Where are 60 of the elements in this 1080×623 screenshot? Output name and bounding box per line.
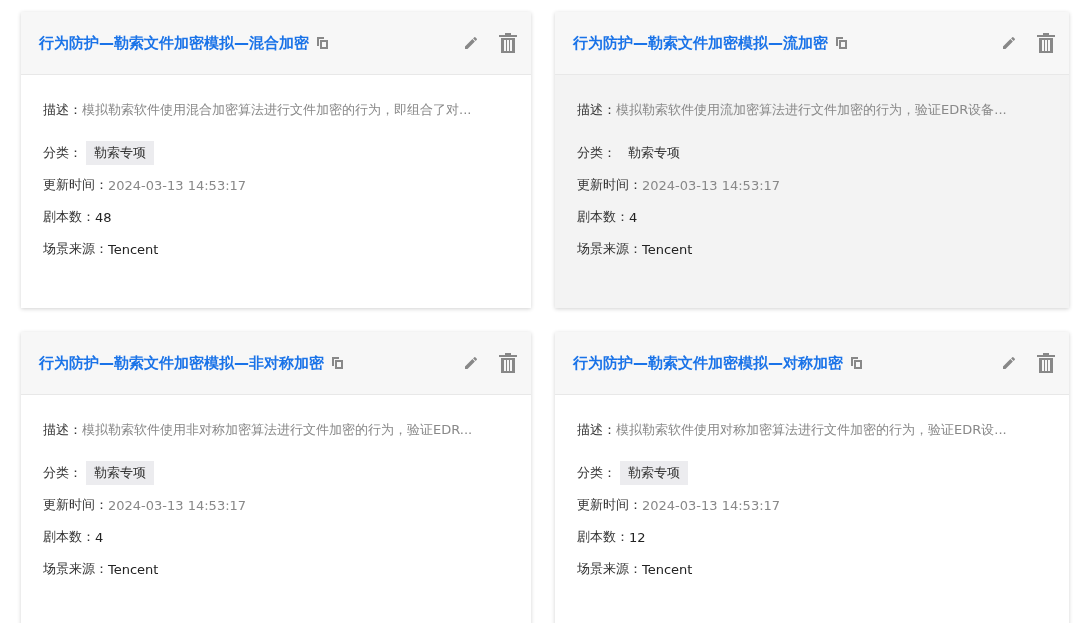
- description-text: 模拟勒索软件使用流加密算法进行文件加密的行为，验证EDR设备...: [616, 101, 1007, 119]
- field-label: 描述：: [577, 101, 616, 119]
- description-text: 模拟勒索软件使用非对称加密算法进行文件加密的行为，验证EDR...: [82, 421, 473, 439]
- description-text: 模拟勒索软件使用混合加密算法进行文件加密的行为，即组合了对...: [82, 101, 472, 119]
- field-label: 更新时间：: [43, 176, 108, 194]
- category-tag: 勒索专项: [86, 461, 154, 485]
- card-title-link[interactable]: 行为防护—勒索文件加密模拟—流加密: [573, 33, 828, 53]
- card-title-link[interactable]: 行为防护—勒索文件加密模拟—混合加密: [39, 33, 309, 53]
- scenario-card[interactable]: 行为防护—勒索文件加密模拟—混合加密 描述：模拟勒索软件使用混合加密算法进行文件加密的行为，即组合了对... 分类： 勒索专项 更新时间：2024-03-13 14:53:17 剧本数：48 场景来源：Tencent: [21, 12, 531, 308]
- edit-icon[interactable]: [1002, 36, 1016, 50]
- category-tag: 勒索专项: [86, 141, 154, 165]
- copy-icon[interactable]: [835, 36, 848, 50]
- description-text: 模拟勒索软件使用对称加密算法进行文件加密的行为，验证EDR设...: [616, 421, 1007, 439]
- updated-time: 2024-03-13 14:53:17: [108, 177, 247, 193]
- card-title-link[interactable]: 行为防护—勒索文件加密模拟—对称加密: [573, 353, 843, 373]
- delete-icon[interactable]: [1037, 33, 1055, 53]
- field-label: 场景来源：: [577, 240, 642, 258]
- source-value: Tencent: [108, 241, 159, 257]
- field-label: 剧本数：: [577, 208, 629, 226]
- delete-icon[interactable]: [499, 353, 517, 373]
- field-label: 分类：: [577, 464, 616, 482]
- edit-icon[interactable]: [464, 36, 478, 50]
- field-label: 分类：: [43, 464, 82, 482]
- card-title-link[interactable]: 行为防护—勒索文件加密模拟—非对称加密: [39, 353, 324, 373]
- field-label: 描述：: [577, 421, 616, 439]
- updated-time: 2024-03-13 14:53:17: [642, 497, 781, 513]
- field-label: 场景来源：: [577, 560, 642, 578]
- copy-icon[interactable]: [331, 356, 344, 370]
- scenario-card[interactable]: 行为防护—勒索文件加密模拟—流加密 描述：模拟勒索软件使用流加密算法进行文件加密的行为，验证EDR设备... 分类： 勒索专项 更新时间：2024-03-13 14:53:17 剧本数：4 场景来源：Tencent: [555, 12, 1069, 308]
- script-count: 48: [95, 209, 112, 225]
- field-label: 更新时间：: [43, 496, 108, 514]
- updated-time: 2024-03-13 14:53:17: [642, 177, 781, 193]
- script-count: 12: [629, 529, 646, 545]
- updated-time: 2024-03-13 14:53:17: [108, 497, 247, 513]
- field-label: 分类：: [43, 144, 82, 162]
- copy-icon[interactable]: [316, 36, 329, 50]
- field-label: 场景来源：: [43, 240, 108, 258]
- source-value: Tencent: [642, 241, 693, 257]
- field-label: 场景来源：: [43, 560, 108, 578]
- category-tag: 勒索专项: [620, 141, 688, 165]
- script-count: 4: [629, 209, 638, 225]
- scenario-card[interactable]: 行为防护—勒索文件加密模拟—对称加密 描述：模拟勒索软件使用对称加密算法进行文件加密的行为，验证EDR设... 分类： 勒索专项 更新时间：2024-03-13 14:53:17 剧本数：12 场景来源：Tencent: [555, 332, 1069, 623]
- source-value: Tencent: [108, 561, 159, 577]
- delete-icon[interactable]: [499, 33, 517, 53]
- edit-icon[interactable]: [1002, 356, 1016, 370]
- scenario-card[interactable]: 行为防护—勒索文件加密模拟—非对称加密 描述：模拟勒索软件使用非对称加密算法进行文件加密的行为，验证EDR... 分类： 勒索专项 更新时间：2024-03-13 14:53:17 剧本数：4 场景来源：Tencent: [21, 332, 531, 623]
- field-label: 剧本数：: [43, 528, 95, 546]
- field-label: 剧本数：: [577, 528, 629, 546]
- edit-icon[interactable]: [464, 356, 478, 370]
- category-tag: 勒索专项: [620, 461, 688, 485]
- script-count: 4: [95, 529, 104, 545]
- field-label: 剧本数：: [43, 208, 95, 226]
- source-value: Tencent: [642, 561, 693, 577]
- field-label: 分类：: [577, 144, 616, 162]
- field-label: 描述：: [43, 421, 82, 439]
- copy-icon[interactable]: [850, 356, 863, 370]
- delete-icon[interactable]: [1037, 353, 1055, 373]
- field-label: 更新时间：: [577, 176, 642, 194]
- field-label: 描述：: [43, 101, 82, 119]
- field-label: 更新时间：: [577, 496, 642, 514]
